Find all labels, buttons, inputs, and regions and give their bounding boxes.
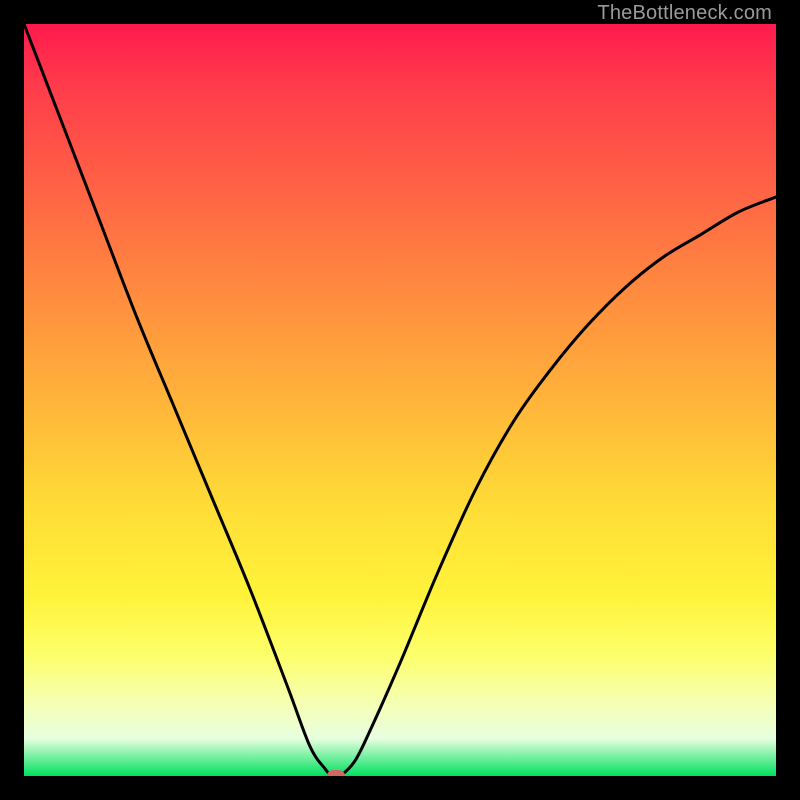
optimal-point-marker	[327, 770, 345, 776]
attribution-text: TheBottleneck.com	[597, 2, 772, 25]
plot-area	[24, 24, 776, 776]
bottleneck-curve	[24, 24, 776, 776]
chart-frame: TheBottleneck.com	[0, 0, 800, 800]
